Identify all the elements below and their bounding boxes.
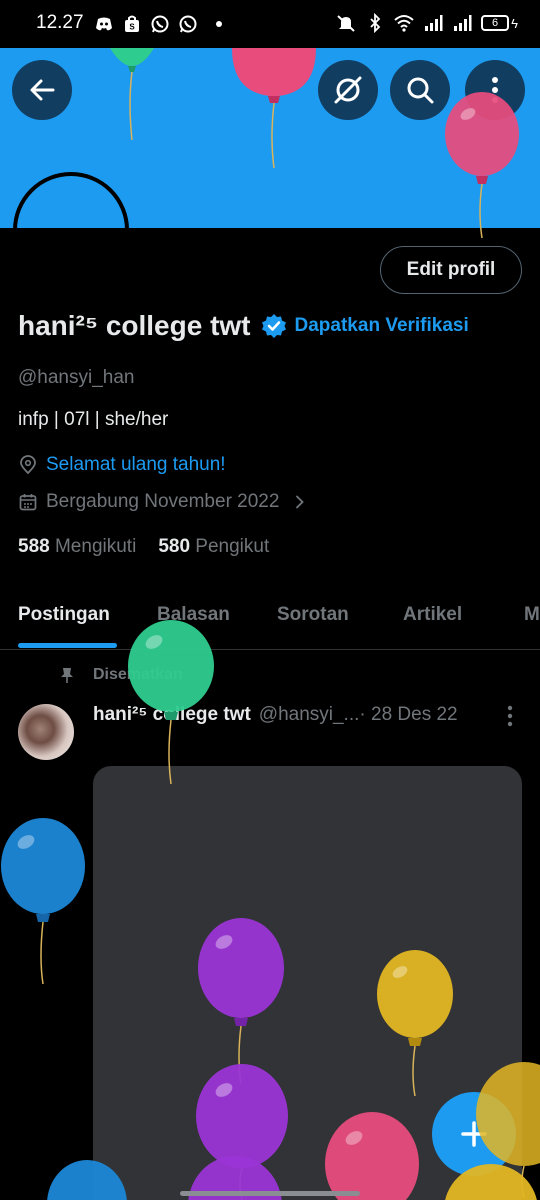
- search-icon: [407, 77, 434, 104]
- back-arrow-icon: [30, 79, 55, 101]
- battery-level: 6: [481, 15, 510, 31]
- joined-date: Bergabung November 2022: [46, 491, 280, 512]
- signal-icon: [425, 15, 443, 31]
- pin-icon: [61, 668, 73, 683]
- birthday-row: Selamat ulang tahun!: [18, 454, 226, 476]
- mute-icon: [337, 15, 355, 32]
- tab-artikel[interactable]: Artikel: [403, 604, 462, 626]
- pinned-indicator: Disematkan: [58, 666, 183, 684]
- profile-tabs: Postingan Balasan Sorotan Artikel M: [0, 584, 540, 650]
- name-row: hani²⁵ college twt Dapatkan Verifikasi: [18, 310, 469, 342]
- status-time: 12.27: [36, 12, 84, 33]
- following-link[interactable]: 588 Mengikuti: [18, 536, 136, 557]
- calendar-icon: [19, 494, 37, 511]
- notification-icons: S: [94, 14, 222, 34]
- search-button[interactable]: [390, 60, 450, 120]
- whatsapp-icon: [151, 15, 169, 33]
- balloon-icon: [1, 818, 85, 985]
- plus-icon: [461, 1121, 487, 1147]
- location-pin-icon: [20, 455, 36, 475]
- tab-sorotan[interactable]: Sorotan: [277, 604, 349, 626]
- active-tab-indicator: [18, 643, 117, 648]
- grok-button[interactable]: [318, 60, 378, 120]
- more-notifications-dot: [216, 21, 222, 27]
- status-bar: 12.27 S 6 ϟ: [0, 0, 540, 48]
- signal-icon: [454, 15, 472, 31]
- battery-icon: 6 ϟ: [481, 15, 518, 31]
- profile-bio: infp | 07l | she/her: [18, 409, 169, 430]
- discord-icon: [96, 17, 112, 31]
- tab-media-partial[interactable]: M: [524, 604, 540, 626]
- grok-icon: [334, 76, 362, 104]
- post-date[interactable]: · 28 Des 22: [359, 704, 457, 726]
- tab-balasan[interactable]: Balasan: [157, 604, 230, 626]
- post-header: hani²⁵ college twt @hansyi_... · 28 Des …: [93, 704, 458, 726]
- birthday-link[interactable]: Selamat ulang tahun!: [46, 454, 226, 476]
- profile-handle: @hansyi_han: [18, 367, 135, 388]
- followers-label: Pengikut: [195, 536, 270, 557]
- wifi-icon: [394, 15, 414, 32]
- followers-link[interactable]: 580 Pengikut: [158, 536, 269, 557]
- edit-profile-button[interactable]: Edit profil: [380, 246, 522, 294]
- follow-stats: 588 Mengikuti 580 Pengikut: [18, 536, 269, 558]
- bluetooth-icon: [370, 13, 381, 33]
- charging-icon: ϟ: [511, 15, 518, 31]
- verified-badge-icon[interactable]: [261, 313, 287, 339]
- tab-postingan[interactable]: Postingan: [18, 604, 110, 626]
- following-count: 588: [18, 536, 50, 557]
- post-more-icon[interactable]: [500, 704, 520, 728]
- gesture-home-bar[interactable]: [180, 1191, 360, 1196]
- whatsapp-icon: [179, 15, 197, 33]
- post-author-name[interactable]: hani²⁵ college twt: [93, 704, 251, 726]
- profile-avatar[interactable]: [13, 172, 129, 288]
- post-author-avatar[interactable]: [18, 704, 74, 760]
- chevron-right-icon: [296, 495, 305, 509]
- pinned-label: Disematkan: [93, 666, 183, 683]
- following-label: Mengikuti: [54, 536, 137, 557]
- post-author-handle: @hansyi_...: [258, 704, 360, 725]
- compose-button[interactable]: [432, 1092, 516, 1176]
- svg-text:S: S: [129, 23, 135, 32]
- display-name: hani²⁵ college twt: [18, 310, 251, 341]
- system-icons: 6 ϟ: [336, 13, 518, 33]
- back-button[interactable]: [12, 60, 72, 120]
- more-vertical-icon: [492, 77, 498, 103]
- joined-row[interactable]: Bergabung November 2022: [18, 491, 307, 513]
- followers-count: 580: [158, 536, 191, 557]
- get-verified-link[interactable]: Dapatkan Verifikasi: [295, 315, 469, 337]
- more-options-button[interactable]: [465, 60, 525, 120]
- shop-icon: S: [125, 15, 139, 32]
